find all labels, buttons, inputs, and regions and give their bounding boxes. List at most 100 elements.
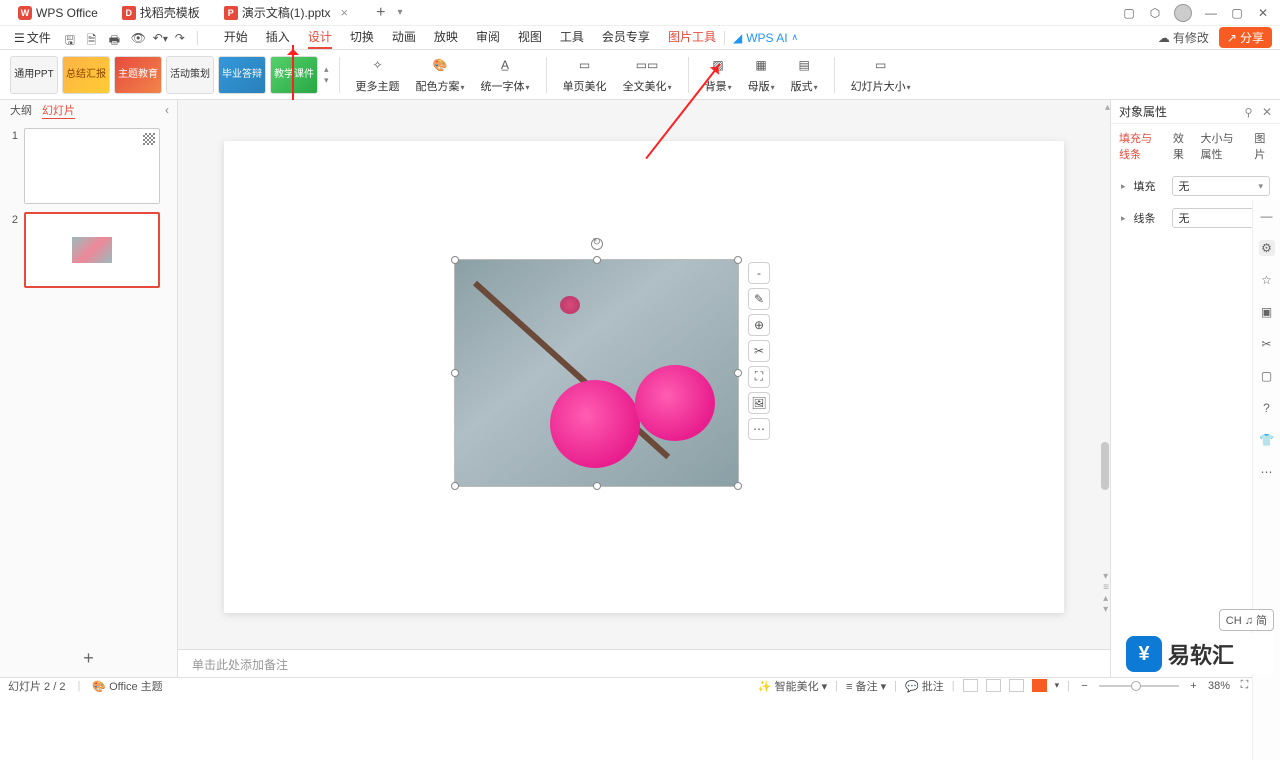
zoom-slider[interactable]: [1099, 685, 1179, 687]
resize-handle-e[interactable]: [734, 369, 742, 377]
menu-tab-transition[interactable]: 切换: [350, 26, 374, 49]
undo-icon[interactable]: ↶▾: [153, 31, 167, 45]
pin-icon[interactable]: ⚲: [1245, 107, 1253, 119]
rail-style-icon[interactable]: 👕: [1259, 432, 1275, 448]
save-icon[interactable]: 🖫: [65, 31, 79, 45]
rail-star-icon[interactable]: ☆: [1259, 272, 1275, 288]
rail-help-icon[interactable]: ?: [1259, 400, 1275, 416]
menu-tab-picture-tools[interactable]: 图片工具: [668, 26, 716, 49]
float-more-button[interactable]: ⋯: [748, 418, 770, 440]
full-beautify-button[interactable]: ▭▭ 全文美化▾: [617, 55, 678, 94]
close-window-icon[interactable]: ✕: [1256, 6, 1270, 20]
rail-crop2-icon[interactable]: ✂: [1259, 336, 1275, 352]
title-tab-wps[interactable]: W WPS Office: [10, 2, 106, 24]
minimize-icon[interactable]: —: [1204, 6, 1218, 20]
menu-tab-view[interactable]: 视图: [518, 26, 542, 49]
menu-tab-animation[interactable]: 动画: [392, 26, 416, 49]
gallery-down-icon[interactable]: ▾: [324, 75, 329, 86]
zoom-in-button[interactable]: +: [1187, 679, 1200, 692]
rail-settings-icon[interactable]: ⚙: [1259, 240, 1275, 256]
canvas-area[interactable]: - ✎ ⊕ ✂ ⛶ 🖼 ⋯ ▴ ▾≡▴▾ 单击此处添加备注: [178, 100, 1110, 677]
float-edit-button[interactable]: ✎: [748, 288, 770, 310]
template-event[interactable]: 活动策划: [166, 56, 214, 94]
prop-tab-effect[interactable]: 效果: [1173, 130, 1191, 162]
cube-icon[interactable]: ⬡: [1148, 6, 1162, 20]
template-courseware[interactable]: 教学课件: [270, 56, 318, 94]
prop-tab-fill-line[interactable]: 填充与线条: [1119, 130, 1163, 162]
close-panel-icon[interactable]: ✕: [1262, 105, 1272, 119]
notes-area[interactable]: 单击此处添加备注: [178, 649, 1110, 677]
share-button[interactable]: ↗ 分享: [1219, 27, 1272, 48]
preview-icon[interactable]: 👁: [131, 31, 145, 45]
expand-icon[interactable]: ▸: [1121, 181, 1126, 192]
notes-toggle[interactable]: ≡ 备注 ▾: [846, 678, 886, 694]
scroll-up-icon[interactable]: ▴: [1105, 102, 1110, 113]
theme-name[interactable]: 🎨 Office 主题: [92, 678, 162, 694]
ai-beautify-button[interactable]: ✨ 智能美化 ▾: [758, 678, 827, 694]
file-menu[interactable]: ☰ 文件: [8, 27, 57, 48]
tab-dropdown-icon[interactable]: ▾: [397, 7, 402, 18]
menu-tab-slideshow[interactable]: 放映: [434, 26, 458, 49]
resize-handle-se[interactable]: [734, 482, 742, 490]
prop-tab-picture[interactable]: 图片: [1254, 130, 1272, 162]
menu-tab-design[interactable]: 设计: [308, 26, 332, 49]
template-theme-edu[interactable]: 主题教育: [114, 56, 162, 94]
resize-handle-n[interactable]: [593, 256, 601, 264]
rail-page-icon[interactable]: ▢: [1259, 368, 1275, 384]
menu-tab-review[interactable]: 审阅: [476, 26, 500, 49]
slide-thumb-1[interactable]: 1: [8, 128, 169, 204]
resize-handle-nw[interactable]: [451, 256, 459, 264]
rail-layers-icon[interactable]: ▣: [1259, 304, 1275, 320]
title-tab-template-store[interactable]: D 找稻壳模板: [114, 2, 208, 24]
slideshow-caret-icon[interactable]: ▾: [1055, 680, 1060, 691]
master-button[interactable]: ▦ 母版▾: [742, 55, 781, 94]
wps-ai-button[interactable]: ◢ WPS AI ∧: [733, 31, 798, 45]
resize-handle-ne[interactable]: [734, 256, 742, 264]
slide-thumb-2[interactable]: 2: [8, 212, 169, 288]
fill-select[interactable]: 无 ▾: [1172, 176, 1270, 196]
view-normal-button[interactable]: [963, 679, 978, 692]
menu-tab-start[interactable]: 开始: [224, 26, 248, 49]
prop-tab-size[interactable]: 大小与属性: [1201, 130, 1245, 162]
color-scheme-button[interactable]: 🎨 配色方案▾: [410, 55, 471, 94]
vertical-scrollbar[interactable]: ▴ ▾≡▴▾: [1100, 100, 1110, 647]
rotate-handle[interactable]: [591, 238, 603, 250]
page-beautify-button[interactable]: ▭ 单页美化: [557, 55, 613, 94]
print-icon[interactable]: 🖶: [109, 31, 123, 45]
new-tab-button[interactable]: +: [376, 4, 385, 22]
fit-window-icon[interactable]: ⛶: [1238, 679, 1251, 692]
maximize-icon[interactable]: ▢: [1230, 6, 1244, 20]
float-collapse-button[interactable]: -: [748, 262, 770, 284]
window-pin-icon[interactable]: ▢: [1122, 6, 1136, 20]
scroll-down-icon[interactable]: ▾≡▴▾: [1103, 571, 1109, 615]
expand-icon[interactable]: ▸: [1121, 213, 1126, 224]
view-reading-button[interactable]: [1009, 679, 1024, 692]
rail-more-icon[interactable]: ⋯: [1259, 464, 1275, 480]
zoom-value[interactable]: 38%: [1208, 680, 1230, 692]
title-tab-document[interactable]: P 演示文稿(1).pptx ×: [216, 2, 356, 24]
gallery-up-icon[interactable]: ▴: [324, 64, 329, 75]
add-slide-button[interactable]: +: [0, 640, 177, 677]
collapse-panel-icon[interactable]: ‹: [165, 103, 169, 117]
slides-tab[interactable]: 幻灯片: [42, 102, 75, 119]
resize-handle-s[interactable]: [593, 482, 601, 490]
resize-handle-w[interactable]: [451, 369, 459, 377]
view-sorter-button[interactable]: [986, 679, 1001, 692]
template-general[interactable]: 通用PPT: [10, 56, 58, 94]
unify-font-button[interactable]: A̲ 统一字体▾: [475, 55, 536, 94]
close-tab-icon[interactable]: ×: [341, 5, 349, 20]
modified-indicator[interactable]: ☁ 有修改: [1158, 29, 1209, 46]
float-fit-button[interactable]: ⛶: [748, 366, 770, 388]
float-replace-button[interactable]: 🖼: [748, 392, 770, 414]
float-crop-button[interactable]: ✂: [748, 340, 770, 362]
menu-tab-member[interactable]: 会员专享: [602, 26, 650, 49]
selected-image[interactable]: [454, 259, 739, 487]
saveas-icon[interactable]: 🗎: [87, 31, 101, 45]
menu-tab-tools[interactable]: 工具: [560, 26, 584, 49]
template-graduation[interactable]: 毕业答辩: [218, 56, 266, 94]
zoom-out-button[interactable]: −: [1078, 679, 1091, 692]
view-slideshow-button[interactable]: [1032, 679, 1047, 692]
ime-indicator[interactable]: CH ♫ 简: [1219, 609, 1274, 631]
float-zoom-button[interactable]: ⊕: [748, 314, 770, 336]
comments-toggle[interactable]: 💬 批注: [905, 678, 944, 694]
